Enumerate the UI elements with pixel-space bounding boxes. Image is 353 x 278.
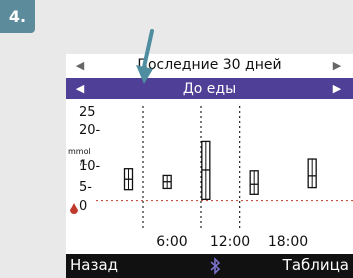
- pointer-arrow-icon: [136, 29, 154, 84]
